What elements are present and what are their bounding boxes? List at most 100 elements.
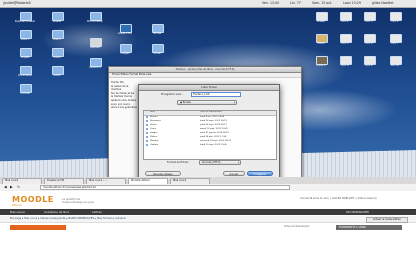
chevron-down-icon: ▾ [237,161,239,164]
folder-icon [146,119,149,122]
desktop-icon-label: Doc 8 [341,63,349,67]
desktop-icon-label: Capture 2 [89,65,101,69]
desktop-icon-label: dossier [52,19,62,23]
desktop-icon[interactable]: Doc 2 [338,12,352,23]
reload-icon[interactable]: ↻ [17,185,20,189]
desktop-icon[interactable]: Images [118,44,132,55]
cancel-button[interactable]: Annuler [223,171,245,176]
desktop-icon[interactable]: Guide à lire [118,24,132,35]
chevron-down-icon: ▾ [233,101,235,104]
moodle-nav: Bienvenue Académie de Nice Lettres LPO B… [0,209,416,215]
editor-line: alors à vos guerrières [111,106,137,110]
folder-icon [146,123,149,126]
desktop-icon-label: Capture [90,45,100,49]
desktop-icon-label: Disk 1 [53,37,61,41]
folder-icon [146,139,149,142]
desktop-icon[interactable]: Disk 1 [50,30,64,41]
breadcrumb-path[interactable]: Ma page ▸ Mes cours ▸ Classe enseignante… [10,217,126,220]
desktop-icon-label: Screen [316,19,326,23]
desktop-icon[interactable]: Photo [314,34,328,45]
column-name[interactable]: Nom [150,111,155,113]
folder-icon [146,127,149,130]
moodle-tagline: La plateforme d'apprentissage en ligne [62,198,94,205]
folder-icon [146,115,149,118]
desktop-icon-label: Roberts5 Dossier [14,19,36,23]
desktop-icon[interactable]: Doc 7 [388,34,402,45]
desktop-icon[interactable]: Fichier [150,44,164,55]
desktop-icon[interactable]: Tâches [150,24,164,35]
desktop-icon-label: Doc 7 [391,41,399,45]
desktop-icon[interactable]: Doc 4 [388,12,402,23]
desktop-icon[interactable]: Screen [314,12,328,23]
desktop-icon[interactable]: Photo 2 [314,56,328,67]
desktop-icon-label: Vidéo 1 [20,37,30,41]
desktop-icon-label: Doc 9 [365,63,373,67]
desktop-icon-label: Doc 3 [365,19,373,23]
menubar-user[interactable]: gilles Noelliet [372,1,393,5]
folder-icon [146,131,149,134]
format-label: Format de fichier : [167,161,190,164]
desktop-icon[interactable]: Projets [18,48,32,59]
desktop-icon[interactable]: dossier [50,12,64,23]
save-button[interactable]: Enregistrer [247,171,273,176]
menubar-status-1[interactable]: Ven. 12:00 [262,1,279,5]
moodle-logo-sub: Athum [12,203,22,207]
desktop-icon[interactable]: Vidéo 1 [18,30,32,41]
desktop-icon-label: Cours [53,55,61,59]
menubar-status-3[interactable]: Sam. 13 oct. [312,1,332,5]
desktop-icon[interactable]: Doc 6 [362,34,376,45]
desktop-icon[interactable]: Doc 8 [338,56,352,67]
desktop-icon[interactable]: Documents [18,66,32,77]
file-row[interactable]: Capture lundi 10 sept. 2012 13:00 [144,143,276,147]
desktop-icon-label: Doc 5 [341,41,349,45]
desktop-icon[interactable]: Audio [50,66,64,77]
forward-icon[interactable]: ▶ [10,185,13,189]
nav-item[interactable]: LPO BONAPARTE [346,210,369,214]
desktop-icon-label: Doc 10 [390,63,400,67]
back-icon[interactable]: ◀ [4,185,7,189]
desktop-icon-label: Tâches [152,31,162,35]
desktop-screen: jjoullie@Roberts5 Ven. 12:00 Lin. 77 Sam… [0,0,416,260]
right-block-header: ÉVÉNEMENTS À VENIR [336,225,402,230]
browser-tab-bar: Mes cours Dossier profil Mes cours - … M… [0,177,416,184]
desktop-icon-label: Doc 2 [341,19,349,23]
desktop-icon-label: Ma formation [87,19,103,23]
desktop-icon-label: Archive [20,91,30,95]
desktop-icon[interactable]: Doc 9 [362,56,376,67]
editor-text-area[interactable]: Tractor life la nature de la machine Sur… [111,81,139,110]
desktop-icon[interactable]: Doc 10 [388,56,402,67]
breadcrumb: Ma page ▸ Mes cours ▸ Classe enseignante… [0,216,416,224]
menubar-clock[interactable]: Loan 13:29 [343,1,361,5]
nav-item[interactable]: Lettres [92,210,102,214]
edit-mode-button[interactable]: Activer le mode édition [366,216,408,224]
nav-item[interactable]: Bienvenue [10,210,25,214]
menubar-status-2[interactable]: Lin. 77 [290,1,301,5]
new-folder-button[interactable]: Nouveau dossier [145,171,181,176]
file-list[interactable]: Nom Date de modification Bureau lundi 8 o… [143,110,277,160]
desktop-icon[interactable]: Archive [18,84,32,95]
save-as-label: Enregistrer sous : [161,93,183,96]
format-select[interactable]: Unicode (UTF-8) ▾ [199,160,241,165]
filename-input[interactable]: Tracteur_1.txt [191,92,241,97]
nav-item[interactable]: Académie de Nice [44,210,69,214]
desktop-icon[interactable]: Capture 2 [88,58,102,69]
login-info[interactable]: Connecté sous le nom « GILLES NOELLIET »… [300,197,377,200]
desktop-icon[interactable]: Roberts5 Dossier [15,12,35,23]
browser-window: Mes cours Dossier profil Mes cours - … M… [0,177,416,260]
menubar-app-name[interactable]: jjoullie@Roberts5 [3,1,31,5]
desktop-icon[interactable]: Cours [50,48,64,59]
column-date[interactable]: Date de modification [200,111,222,113]
os-menubar: jjoullie@Roberts5 Ven. 12:00 Lin. 77 Sam… [0,0,416,8]
desktop-icon-label: Documents [18,73,32,77]
address-bar[interactable]: moodle.athum.fr/course/view.php?id=12 [40,185,290,190]
left-block-header [10,225,66,230]
desktop-icon-label: Images [120,51,130,55]
desktop-icon[interactable]: Doc 5 [338,34,352,45]
location-select[interactable]: ▣ Bureau ▾ [177,100,237,105]
save-dialog: Créer Fichier Enregistrer sous : Tracteu… [138,84,280,182]
desktop-icon[interactable]: Doc 3 [362,12,376,23]
editor-menu[interactable]: Fichier Édition Format Mode Aide [109,73,301,78]
desktop-icon[interactable]: Capture [88,38,102,49]
desktop-icon-label: Photo [317,41,325,45]
desktop-icon[interactable]: Ma formation [87,12,103,23]
